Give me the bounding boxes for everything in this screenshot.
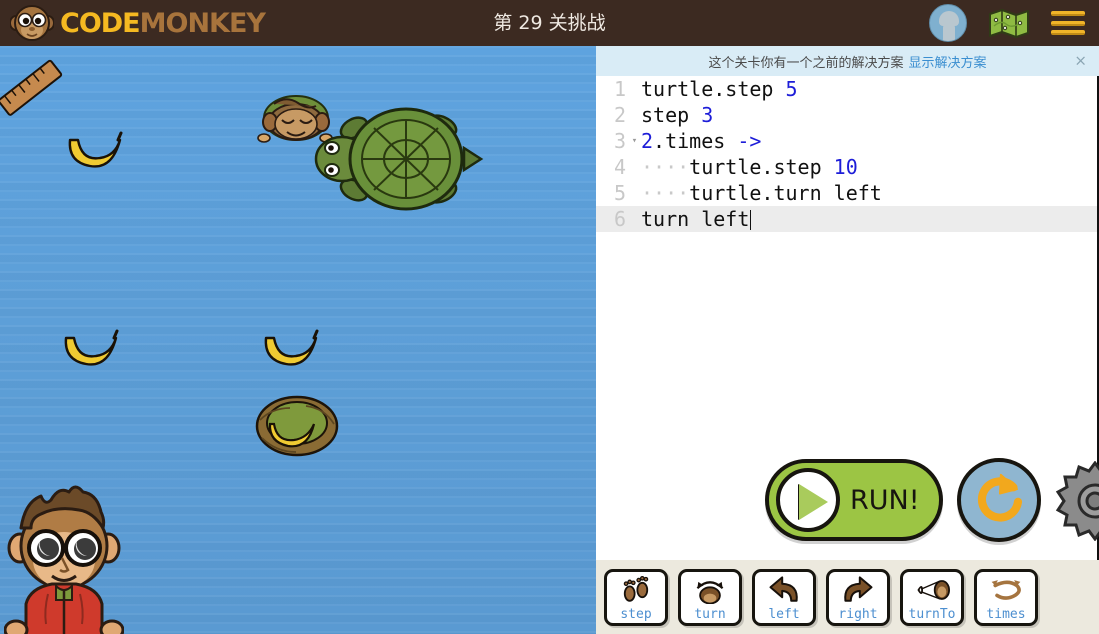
- arrow-left-icon: [755, 572, 813, 608]
- command-button-left[interactable]: left: [752, 568, 816, 626]
- code-token: turtle.step: [641, 77, 786, 101]
- command-label: turn: [694, 606, 726, 622]
- code-line[interactable]: 1 turtle.step 5: [596, 76, 1097, 102]
- code-token: turtle.turn left: [689, 181, 882, 205]
- logo[interactable]: CODEMONKEY: [0, 3, 266, 43]
- logo-monkey-text: MONKEY: [139, 7, 266, 39]
- turn-arrow-icon: [681, 572, 739, 608]
- command-button-step[interactable]: step: [604, 568, 668, 626]
- line-number: 4: [613, 155, 626, 179]
- logo-text: CODEMONKEY: [60, 7, 266, 39]
- banana-sprite: [62, 128, 126, 179]
- previous-solution-notice: 这个关卡你有一个之前的解决方案 显示解决方案 ×: [596, 46, 1099, 76]
- code-line[interactable]: 6 turn left: [596, 206, 1097, 232]
- code-token: turn left: [641, 207, 750, 231]
- line-number: 3: [613, 129, 626, 153]
- arrow-right-icon: [829, 572, 887, 608]
- line-number: 6: [613, 207, 626, 231]
- code-text: ····turtle.turn left: [641, 181, 882, 205]
- ruler-sprite: [0, 54, 66, 129]
- code-token: .times: [653, 129, 738, 153]
- run-button-label: RUN!: [850, 484, 920, 516]
- code-text: 2.times ->: [641, 129, 761, 153]
- banana-sprite: [258, 326, 322, 377]
- code-token: 10: [833, 155, 858, 179]
- command-button-turn[interactable]: turn: [678, 568, 742, 626]
- command-button-right[interactable]: right: [826, 568, 890, 626]
- code-token: ->: [737, 129, 762, 153]
- code-text: turtle.step 5: [641, 77, 798, 101]
- header-actions: [929, 0, 1085, 46]
- menu-bar-3: [1051, 30, 1085, 35]
- code-token: 3: [701, 103, 714, 127]
- run-controls: RUN!: [596, 440, 1099, 560]
- codemonkey-app: CODEMONKEY 第 29 关挑战 这个关卡你有一个之前的解决方案 显示解决…: [0, 0, 1099, 634]
- menu-bar-1: [1051, 11, 1085, 16]
- command-label: left: [768, 606, 800, 622]
- code-token: step: [641, 103, 702, 127]
- player-monkey-sprite: [3, 478, 125, 634]
- avatar-icon[interactable]: [929, 4, 967, 42]
- command-button-times[interactable]: times: [974, 568, 1038, 626]
- code-token: 2: [641, 129, 654, 153]
- nest-sprite: [254, 390, 340, 465]
- command-button-turnto[interactable]: turnTo: [900, 568, 964, 626]
- turtle-sprite: [314, 98, 484, 223]
- menu-bar-2: [1051, 20, 1085, 26]
- line-number: 5: [613, 181, 626, 205]
- code-text: ····turtle.step 10: [641, 155, 858, 179]
- line-number: 1: [613, 77, 626, 101]
- banana-sprite: [58, 326, 122, 377]
- app-header: CODEMONKEY 第 29 关挑战: [0, 0, 1099, 46]
- map-icon[interactable]: [989, 8, 1029, 38]
- turn-to-target-icon: [903, 572, 961, 608]
- show-solution-link[interactable]: 显示解决方案: [909, 52, 987, 71]
- hamburger-menu-icon[interactable]: [1051, 11, 1085, 35]
- command-label: right: [838, 606, 878, 622]
- code-token: 5: [785, 77, 798, 101]
- play-icon: [776, 468, 840, 532]
- command-label: step: [620, 606, 652, 622]
- code-line[interactable]: 3 ▾ 2.times ->: [596, 128, 1097, 154]
- reset-button[interactable]: [957, 458, 1041, 542]
- gear-icon[interactable]: [1055, 460, 1099, 542]
- command-label: times: [986, 606, 1026, 622]
- text-cursor: [750, 210, 752, 230]
- loop-times-icon: [977, 572, 1035, 608]
- run-button[interactable]: RUN!: [765, 459, 943, 541]
- code-text: step 3: [641, 103, 713, 127]
- close-icon[interactable]: ×: [1074, 53, 1087, 69]
- command-toolbar: step turn left right turnTo times: [596, 560, 1099, 634]
- footsteps-icon: [607, 572, 665, 608]
- indent-guide: ····: [641, 155, 690, 179]
- notice-message: 这个关卡你有一个之前的解决方案: [708, 55, 904, 71]
- indent-guide: ····: [641, 181, 690, 205]
- logo-code-text: CODE: [60, 7, 141, 39]
- line-number: 2: [613, 103, 626, 127]
- code-line[interactable]: 5 ····turtle.turn left: [596, 180, 1097, 206]
- code-fold-toggle-icon[interactable]: ▾: [628, 128, 641, 154]
- code-token: turtle.step: [689, 155, 834, 179]
- command-label: turnTo: [908, 606, 956, 622]
- game-canvas[interactable]: [0, 46, 596, 634]
- code-text: turn left: [641, 207, 752, 231]
- code-line[interactable]: 2 step 3: [596, 102, 1097, 128]
- monkey-logo-icon: [9, 3, 55, 43]
- code-line[interactable]: 4 ····turtle.step 10: [596, 154, 1097, 180]
